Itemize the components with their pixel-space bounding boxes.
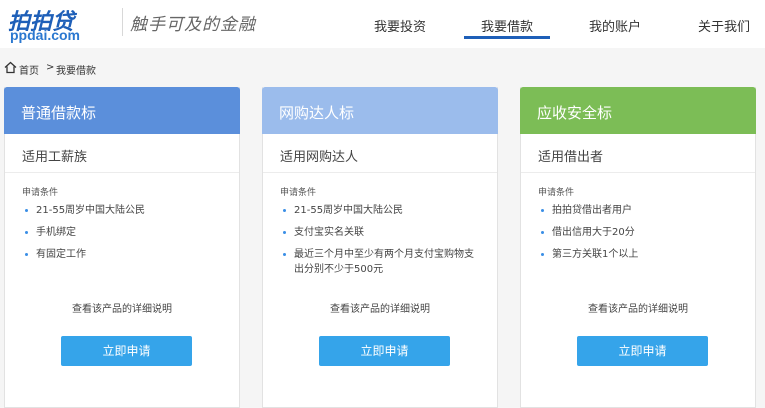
condition-item: 借出信用大于20分 [538,225,748,240]
nav-borrow[interactable]: 我要借款 [481,16,533,35]
ppdai-logo[interactable]: 拍拍贷 ppdai.com [8,4,108,44]
breadcrumb-separator: > [46,62,55,73]
home-icon [4,61,17,74]
product-card-receivable-secured: 应收安全标 适用借出者 申请条件 拍拍贷借出者用户 借出信用大于20分 第三方关… [520,87,756,408]
nav-about-us[interactable]: 关于我们 [698,16,750,35]
apply-now-button[interactable]: 立即申请 [319,336,450,366]
slogan: 触手可及的金融 [130,15,256,35]
product-detail-link[interactable]: 查看该产品的详细说明 [521,300,755,315]
logo-domain-text: ppdai.com [10,27,81,43]
card-header: 应收安全标 [520,87,756,134]
condition-item: 有固定工作 [22,247,232,262]
conditions-label: 申请条件 [538,188,575,198]
site-header: 拍拍贷 ppdai.com 触手可及的金融 我要投资 我要借款 我的账户 关于我… [0,0,765,48]
card-divider [5,172,239,173]
condition-item: 手机绑定 [22,225,232,240]
product-card-regular: 普通借款标 适用工薪族 申请条件 21-55周岁中国大陆公民 手机绑定 有固定工… [4,87,240,408]
card-divider [521,172,755,173]
condition-item: 21-55周岁中国大陆公民 [280,203,490,218]
condition-item: 拍拍贷借出者用户 [538,203,748,218]
card-title: 应收安全标 [537,104,613,122]
conditions-list: 拍拍贷借出者用户 借出信用大于20分 第三方关联1个以上 [538,203,748,269]
card-subtitle: 适用网购达人 [280,150,359,165]
card-title: 普通借款标 [21,104,97,122]
card-subtitle: 适用借出者 [538,150,604,165]
conditions-list: 21-55周岁中国大陆公民 支付宝实名关联 最近三个月中至少有两个月支付宝购物支… [280,203,490,284]
card-title: 网购达人标 [279,104,355,122]
product-card-online-shopper: 网购达人标 适用网购达人 申请条件 21-55周岁中国大陆公民 支付宝实名关联 … [262,87,498,408]
nav-active-indicator [464,36,550,39]
conditions-label: 申请条件 [280,188,317,198]
nav-invest[interactable]: 我要投资 [374,16,426,35]
nav-my-account[interactable]: 我的账户 [589,16,641,35]
conditions-label: 申请条件 [22,188,59,198]
breadcrumb-current: 我要借款 [56,66,96,77]
apply-now-button[interactable]: 立即申请 [577,336,708,366]
card-divider [263,172,497,173]
card-header: 普通借款标 [4,87,240,134]
condition-item: 21-55周岁中国大陆公民 [22,203,232,218]
apply-now-button[interactable]: 立即申请 [61,336,192,366]
card-subtitle: 适用工薪族 [22,150,88,165]
condition-item: 最近三个月中至少有两个月支付宝购物支出分别不少于500元 [280,247,476,277]
product-detail-link[interactable]: 查看该产品的详细说明 [5,300,239,315]
breadcrumb-home-link[interactable]: 首页 [19,62,39,77]
conditions-list: 21-55周岁中国大陆公民 手机绑定 有固定工作 [22,203,232,269]
card-header: 网购达人标 [262,87,498,134]
condition-item: 第三方关联1个以上 [538,247,748,262]
product-detail-link[interactable]: 查看该产品的详细说明 [263,300,497,315]
condition-item: 支付宝实名关联 [280,225,490,240]
logo-divider [122,8,123,36]
